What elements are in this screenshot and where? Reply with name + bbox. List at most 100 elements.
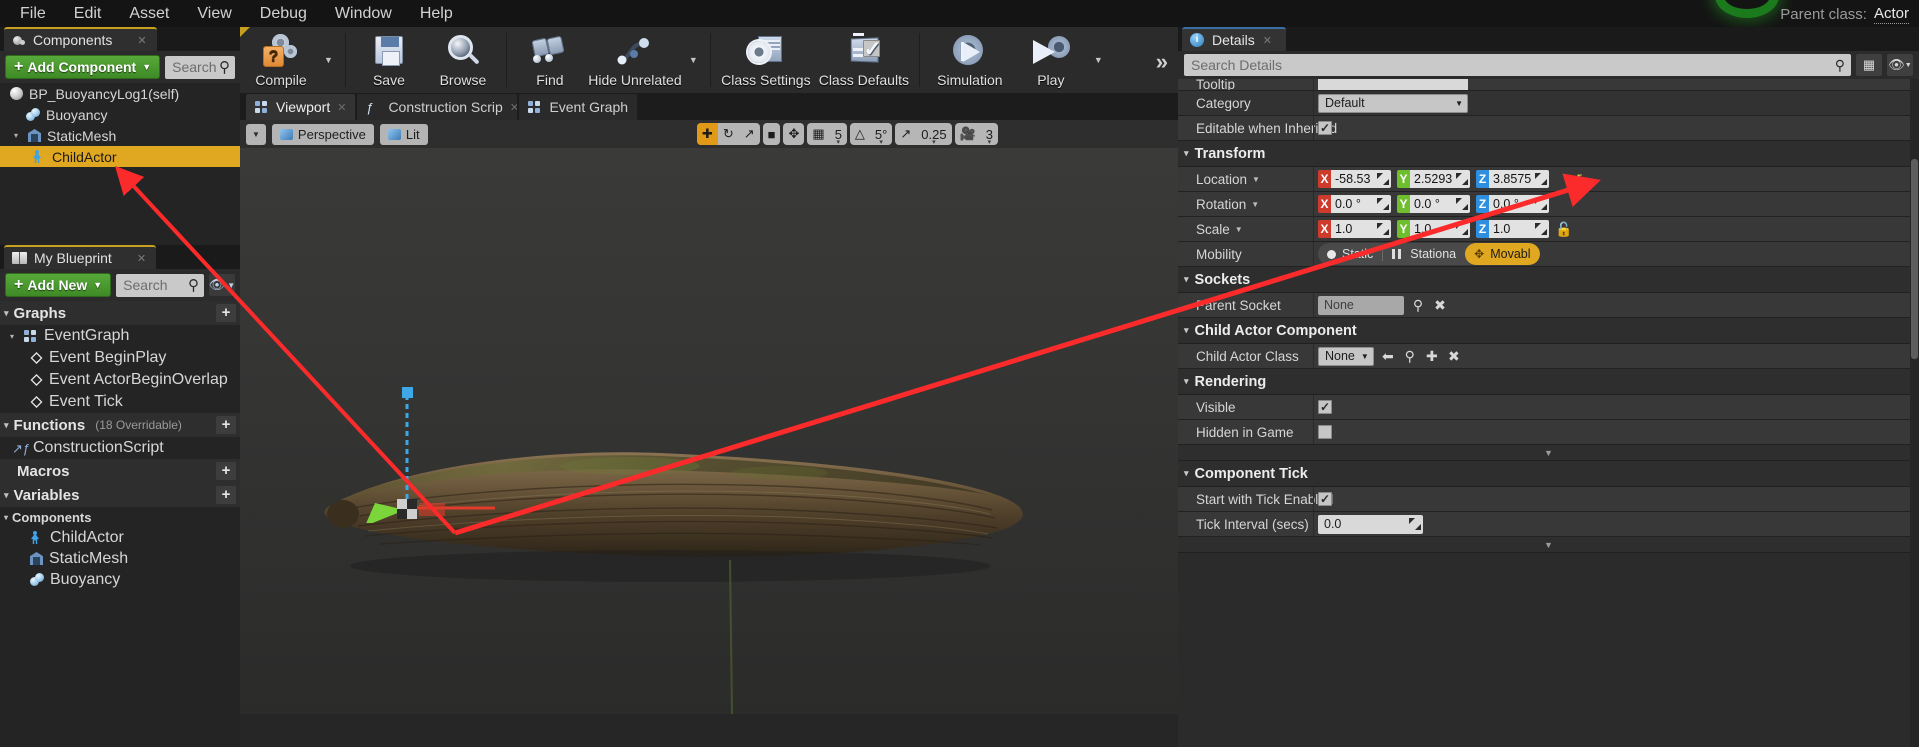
category-dropdown[interactable]: Default ▼ — [1318, 93, 1468, 113]
category-header-transform[interactable]: ▾ Transform — [1178, 141, 1919, 167]
close-icon[interactable]: ✕ — [1263, 34, 1272, 47]
save-button[interactable]: Save — [352, 27, 426, 93]
location-z-field[interactable]: Z 3.8575 — [1476, 170, 1549, 188]
menu-item-edit[interactable]: Edit — [60, 2, 116, 26]
variable-row-buoyancy[interactable]: Buoyancy — [0, 569, 240, 590]
camera-speed-group[interactable]: 🎥 3 — [954, 123, 998, 145]
angle-snap-value[interactable]: 5° — [870, 123, 892, 145]
expander-icon[interactable]: ▾ — [14, 131, 22, 140]
property-row-start-with-tick-enabled[interactable]: Start with Tick Enabled ✓ — [1178, 487, 1919, 512]
scale-x-field[interactable]: X 1.0 — [1318, 220, 1391, 238]
viewport-options-button[interactable]: ▼ — [246, 123, 266, 145]
close-icon[interactable]: ✕ — [137, 252, 146, 265]
add-function-button[interactable]: + — [216, 416, 236, 434]
components-search-input[interactable]: Search ⚲ — [165, 55, 235, 79]
property-row-location[interactable]: Location ▼ X -58.53 Y 2.5293 Z 3.8575 ↺ — [1178, 167, 1919, 192]
property-row-hidden-in-game[interactable]: Hidden in Game ✓ — [1178, 420, 1919, 445]
rotation-z-input[interactable]: 0.0 ° — [1489, 195, 1549, 213]
scale-x-input[interactable]: 1.0 — [1331, 220, 1391, 238]
visibility-toggle-button[interactable]: 👁 ▼ — [209, 274, 235, 296]
clear-icon[interactable]: ✖ — [1432, 297, 1448, 314]
add-component-button[interactable]: + Add Component ▼ — [5, 55, 161, 79]
tooltip-field[interactable] — [1318, 79, 1468, 90]
visible-checkbox[interactable]: ✓ — [1318, 400, 1332, 414]
angle-snap-toggle[interactable]: △ — [850, 123, 870, 145]
scale-snap-toggle[interactable]: ↗ — [895, 123, 916, 145]
spinner-icon[interactable] — [1456, 173, 1468, 185]
tick-interval-input[interactable]: 0.0 — [1318, 514, 1423, 534]
viewport-3d-canvas[interactable] — [240, 148, 1178, 714]
back-arrow-icon[interactable]: ⬅ — [1380, 348, 1396, 365]
add-icon[interactable]: ✚ — [1424, 348, 1440, 365]
play-button[interactable]: Play — [1014, 27, 1088, 93]
property-row-tooltip[interactable]: Tooltip — [1178, 79, 1919, 91]
menu-item-asset[interactable]: Asset — [115, 2, 183, 26]
section-header-graphs[interactable]: ▾ Graphs + — [0, 301, 240, 325]
component-tick-advanced-expander[interactable]: ▼ — [1178, 537, 1919, 553]
mobility-toggle-group[interactable]: Static Stationa ✥ Movabl — [1318, 243, 1540, 265]
expander-icon[interactable]: ▾ — [1184, 376, 1189, 387]
menu-item-help[interactable]: Help — [406, 2, 467, 26]
play-dropdown-icon[interactable]: ▼ — [1088, 55, 1109, 65]
property-row-tick-interval[interactable]: Tick Interval (secs) 0.0 — [1178, 512, 1919, 537]
section-header-functions[interactable]: ▾ Functions (18 Overridable) + — [0, 413, 240, 437]
component-row-staticmesh[interactable]: ▾ StaticMesh — [0, 125, 240, 146]
location-x-input[interactable]: -58.53 — [1331, 170, 1391, 188]
rotate-gizmo-button[interactable]: ↻ — [718, 123, 739, 145]
property-value[interactable]: X 0.0 ° Y 0.0 ° Z 0.0 ° — [1313, 192, 1919, 216]
property-row-editable-when-inherited[interactable]: Editable when Inherited ✓ — [1178, 116, 1919, 141]
scale-y-input[interactable]: 1.0 — [1410, 220, 1470, 238]
section-header-macros[interactable]: Macros + — [0, 459, 240, 483]
mobility-option-stationary[interactable]: Stationa — [1383, 243, 1465, 265]
scale-z-input[interactable]: 1.0 — [1489, 220, 1549, 238]
tab-details[interactable]: i Details ✕ — [1182, 27, 1287, 51]
spinner-icon[interactable] — [1535, 173, 1547, 185]
start-with-tick-enabled-checkbox[interactable]: ✓ — [1318, 492, 1332, 506]
section-header-variables[interactable]: ▾ Variables + — [0, 483, 240, 507]
property-value[interactable]: None ▼ ⬅ ⚲ ✚ ✖ — [1313, 344, 1919, 368]
add-variable-button[interactable]: + — [216, 486, 236, 504]
property-value[interactable]: ✓ — [1313, 116, 1919, 140]
details-scrollbar-thumb[interactable] — [1911, 159, 1918, 359]
find-button[interactable]: Find — [513, 27, 587, 93]
child-actor-class-dropdown[interactable]: None ▼ — [1318, 346, 1374, 366]
tab-viewport[interactable]: Viewport ✕ — [246, 94, 356, 120]
surface-snap-toggle[interactable]: ✥ — [783, 123, 805, 145]
camera-speed-value[interactable]: 3 — [981, 123, 998, 145]
simulation-button[interactable]: Simulation — [926, 27, 1014, 93]
add-new-button[interactable]: + Add New ▼ — [5, 273, 112, 297]
category-header-sockets[interactable]: ▾ Sockets — [1178, 267, 1919, 293]
hide-unrelated-button[interactable]: Hide Unrelated — [587, 27, 683, 93]
category-header-rendering[interactable]: ▾ Rendering — [1178, 369, 1919, 395]
spinner-icon[interactable] — [1535, 198, 1547, 210]
expander-icon[interactable]: ▾ — [1184, 148, 1189, 159]
clear-icon[interactable]: ✖ — [1446, 348, 1462, 365]
lighting-mode-button[interactable]: Lit — [379, 123, 428, 145]
chevron-down-icon[interactable]: ▼ — [1251, 200, 1259, 209]
property-row-rotation[interactable]: Rotation ▼ X 0.0 ° Y 0.0 ° Z 0.0 ° — [1178, 192, 1919, 217]
location-y-input[interactable]: 2.5293 — [1410, 170, 1470, 188]
property-value[interactable]: X -58.53 Y 2.5293 Z 3.8575 ↺ — [1313, 167, 1919, 191]
grid-snap-toggle[interactable]: ▦ — [807, 123, 829, 145]
mobility-option-movable[interactable]: ✥ Movabl — [1465, 243, 1540, 265]
menu-item-file[interactable]: File — [6, 2, 60, 26]
camera-speed-icon[interactable]: 🎥 — [955, 123, 981, 145]
hide-unrelated-dropdown-icon[interactable]: ▼ — [683, 55, 704, 65]
close-icon[interactable]: ✕ — [510, 101, 518, 114]
scale-y-field[interactable]: Y 1.0 — [1397, 220, 1470, 238]
transform-gizmo[interactable] — [335, 363, 495, 523]
property-row-category[interactable]: Category Default ▼ — [1178, 91, 1919, 116]
rotation-y-input[interactable]: 0.0 ° — [1410, 195, 1470, 213]
browse-button[interactable]: Browse — [426, 27, 500, 93]
property-value[interactable]: None ⚲ ✖ — [1313, 293, 1919, 317]
hidden-in-game-checkbox[interactable]: ✓ — [1318, 425, 1332, 439]
rotation-x-input[interactable]: 0.0 ° — [1331, 195, 1391, 213]
spinner-icon[interactable] — [1409, 518, 1421, 530]
property-value[interactable]: Default ▼ — [1313, 91, 1919, 115]
expander-icon[interactable]: ▾ — [4, 420, 9, 431]
mobility-option-static[interactable]: Static — [1318, 243, 1382, 265]
property-value[interactable]: ✓ — [1313, 420, 1919, 444]
parent-class-link[interactable]: Actor — [1873, 5, 1909, 24]
graph-row-event-actorbeginoverlap[interactable]: Event ActorBeginOverlap — [0, 369, 240, 391]
scale-lock-icon[interactable]: 🔓 — [1555, 221, 1572, 238]
